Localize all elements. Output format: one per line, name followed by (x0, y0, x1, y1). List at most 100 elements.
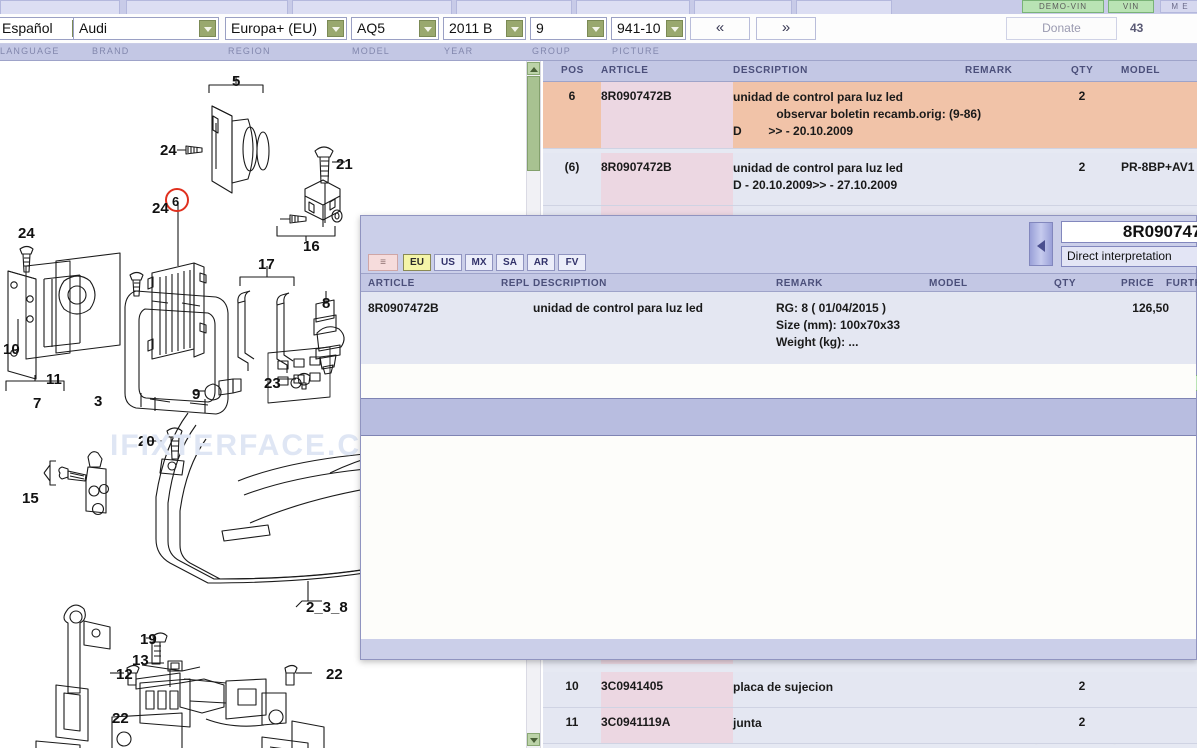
popup-empty-area-top (361, 364, 1196, 398)
region-tab-sa[interactable]: SA (496, 254, 524, 271)
tab-placeholder-5[interactable] (576, 0, 690, 14)
callout-22b: 22 (326, 666, 343, 683)
popup-header: ≡ EU US MX SA AR FV 8R0907472B Direct in… (361, 216, 1197, 273)
label-language: LANGUAGE (0, 46, 60, 56)
row-qty: 2 (1078, 715, 1086, 729)
top-tab-strip: DEMO-VIN VIN M E (0, 0, 1197, 14)
row-description: unidad de control para luz led observar … (733, 90, 982, 138)
prev-picture-button[interactable]: « (690, 17, 750, 40)
vin-button[interactable]: VIN (1108, 0, 1154, 13)
popup-article-row[interactable]: 8R0907472B unidad de control para luz le… (361, 292, 1197, 391)
popup-header-description: DESCRIPTION (533, 278, 607, 289)
model-select-value: AQ5 (357, 20, 386, 36)
callout-15: 15 (22, 490, 39, 507)
callout-19: 19 (140, 631, 157, 648)
interpretation-select[interactable]: Direct interpretation (1061, 246, 1197, 267)
year-select[interactable]: 2011 B (443, 17, 526, 40)
callout-8: 8 (322, 295, 330, 312)
popup-header-remark: REMARK (776, 278, 823, 289)
parts-table-header: POS ARTICLE DESCRIPTION REMARK QTY MODEL (543, 61, 1197, 82)
previous-article-button[interactable] (1029, 222, 1053, 266)
table-row[interactable]: (6) 8R0907472B unidad de control para lu… (543, 153, 1197, 206)
popup-separator-band (361, 398, 1196, 436)
tab-placeholder-1[interactable] (0, 0, 120, 14)
article-code-field[interactable]: 8R0907472B (1061, 221, 1197, 243)
row-description: unidad de control para luz led D - 20.10… (733, 161, 904, 192)
popup-header-repl: REPL (501, 278, 530, 289)
row-pos: 11 (565, 715, 579, 729)
row-description: junta (733, 716, 762, 730)
selector-label-bar: LANGUAGE BRAND REGION MODEL YEAR GROUP P… (0, 44, 1197, 61)
table-row[interactable]: 6 8R0907472B unidad de control para luz … (543, 82, 1197, 149)
region-tab-us[interactable]: US (434, 254, 462, 271)
callout-22a: 22 (112, 710, 129, 727)
row-qty: 2 (1078, 160, 1086, 174)
chevron-down-icon[interactable] (199, 20, 216, 37)
selector-bar: Español Audi Europa+ (EU) AQ5 2011 B 9 9… (0, 14, 1197, 44)
picture-select[interactable]: 941-10 (611, 17, 686, 40)
row-qty: 2 (1078, 89, 1086, 103)
scrollbar-thumb[interactable] (527, 76, 540, 171)
popup-empty-area-bottom (361, 436, 1196, 639)
popup-header-further: FURTH (1166, 278, 1197, 289)
label-brand: BRAND (92, 46, 130, 56)
m-button[interactable]: M E (1160, 0, 1197, 13)
callout-23: 23 (264, 375, 281, 392)
popup-footer (361, 639, 1196, 659)
next-picture-button[interactable]: » (756, 17, 816, 40)
popup-menu-button[interactable]: ≡ (368, 254, 398, 271)
chevron-down-icon[interactable] (587, 20, 604, 37)
label-model: MODEL (352, 46, 391, 56)
tab-placeholder-2[interactable] (126, 0, 288, 14)
region-tab-mx[interactable]: MX (465, 254, 493, 271)
callout-12: 12 (116, 666, 133, 683)
group-select-value: 9 (536, 20, 544, 36)
chevron-down-icon[interactable] (666, 20, 683, 37)
callout-24c: 24 (18, 225, 35, 242)
chevron-down-icon[interactable] (327, 20, 344, 37)
callout-5: 5 (232, 73, 240, 90)
model-select[interactable]: AQ5 (351, 17, 439, 40)
callout-11: 11 (46, 371, 62, 388)
callout-9: 9 (192, 386, 200, 403)
brand-select[interactable]: Audi (73, 17, 219, 40)
tab-placeholder-6[interactable] (694, 0, 792, 14)
row-pos: 10 (565, 679, 579, 693)
header-remark: REMARK (965, 65, 1013, 76)
popup-row-description: unidad de control para luz led (533, 301, 704, 315)
popup-table-header: ARTICLE REPL DESCRIPTION REMARK MODEL QT… (361, 273, 1197, 292)
label-picture: PICTURE (612, 46, 660, 56)
scroll-up-icon[interactable] (527, 62, 540, 75)
callout-7: 7 (33, 395, 41, 412)
demo-vin-button[interactable]: DEMO-VIN (1022, 0, 1104, 13)
donate-button[interactable]: Donate (1006, 17, 1117, 40)
article-detail-popup[interactable]: ≡ EU US MX SA AR FV 8R0907472B Direct in… (360, 215, 1197, 660)
popup-row-article: 8R0907472B (368, 301, 439, 315)
chevron-down-icon[interactable] (419, 20, 436, 37)
brand-select-value: Audi (79, 20, 108, 36)
row-pos: (6) (564, 160, 580, 174)
region-tab-eu[interactable]: EU (403, 254, 431, 271)
region-select[interactable]: Europa+ (EU) (225, 17, 347, 40)
popup-row-remark: RG: 8 ( 01/04/2015 ) Size (mm): 100x70x3… (776, 301, 901, 349)
region-tab-ar[interactable]: AR (527, 254, 555, 271)
table-row[interactable]: 10 3C0941405 placa de sujecion 2 (543, 672, 1197, 708)
row-article: 3C0941119A (601, 715, 671, 729)
row-description: placa de sujecion (733, 680, 834, 694)
header-model: MODEL (1121, 65, 1161, 76)
region-tab-fv[interactable]: FV (558, 254, 586, 271)
tab-placeholder-4[interactable] (456, 0, 572, 14)
callout-17: 17 (258, 256, 275, 273)
scroll-down-icon[interactable] (527, 733, 540, 746)
row-article: 3C0941405 (601, 679, 664, 693)
callout-21: 21 (336, 156, 353, 173)
tab-placeholder-7[interactable] (796, 0, 892, 14)
group-select[interactable]: 9 (530, 17, 607, 40)
tab-placeholder-3[interactable] (292, 0, 452, 14)
table-row[interactable]: 11 3C0941119A junta 2 (543, 708, 1197, 744)
label-group: GROUP (532, 46, 572, 56)
chevron-down-icon[interactable] (506, 20, 523, 37)
popup-row-price: 126,50 (1132, 301, 1169, 315)
callout-16: 16 (303, 238, 320, 255)
region-select-value: Europa+ (EU) (231, 20, 317, 36)
